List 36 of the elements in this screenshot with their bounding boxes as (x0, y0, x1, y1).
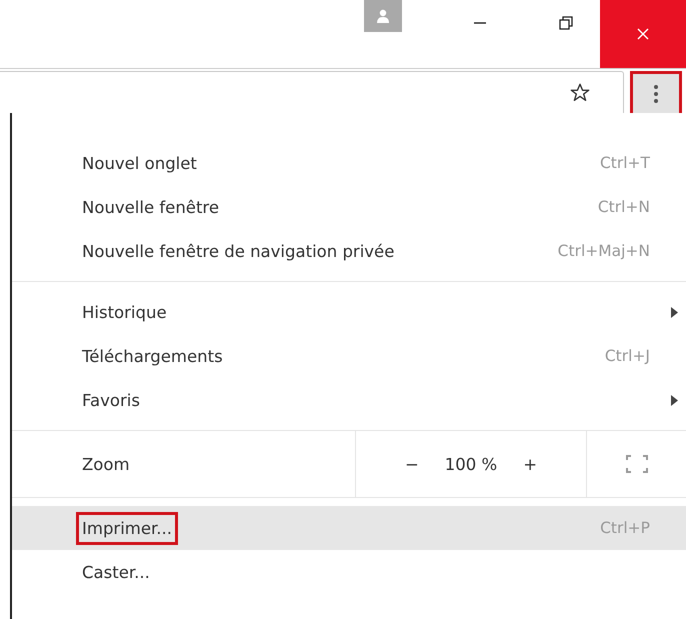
zoom-in-button[interactable]: + (515, 450, 546, 478)
minimize-icon (474, 22, 486, 24)
close-icon (635, 26, 651, 42)
menu-item-label: Zoom (81, 454, 131, 474)
menu-item-label: Caster... (82, 562, 151, 582)
submenu-arrow-icon (671, 394, 678, 406)
menu-item-label: Imprimer... (76, 512, 178, 544)
menu-button[interactable] (630, 71, 682, 113)
shortcut-text: Ctrl+J (604, 347, 650, 365)
menu-item[interactable]: Favoris (12, 378, 686, 422)
restore-icon (558, 15, 574, 31)
menu-item[interactable]: Nouvelle fenêtre Ctrl+N (12, 185, 686, 229)
shortcut-text: Ctrl+Maj+N (558, 242, 650, 260)
shortcut-text: Ctrl+T (600, 154, 650, 172)
menu-item-label: Téléchargements (82, 346, 224, 366)
menu-item-label: Historique (82, 302, 168, 322)
menu-item[interactable]: Nouvelle fenêtre de navigation privée Ctrl+Maj+N (12, 229, 686, 273)
menu-item[interactable]: Nouvel onglet Ctrl+T (12, 141, 686, 185)
zoom-level: 100 % (444, 454, 498, 474)
star-icon[interactable] (569, 82, 591, 104)
person-icon (376, 9, 390, 23)
submenu-arrow-icon (671, 306, 678, 318)
shortcut-text: Ctrl+P (600, 519, 650, 537)
menu-item-label: Nouvel onglet (82, 154, 198, 172)
fullscreen-icon[interactable] (626, 455, 648, 473)
menu-item[interactable]: Caster... (12, 550, 686, 594)
zoom-out-button[interactable]: − (396, 450, 427, 478)
menu-item-label: Nouvelle fenêtre de navigation privée (82, 242, 396, 260)
menu-item[interactable]: Historique (12, 290, 686, 334)
profile-button[interactable] (364, 0, 402, 32)
menu-item-label: Nouvelle fenêtre (82, 198, 220, 216)
menu-item-label: Favoris (82, 390, 141, 410)
three-dots-icon (653, 82, 659, 104)
menu-item[interactable]: Téléchargements Ctrl+J (12, 334, 686, 378)
shortcut-text: Ctrl+N (598, 198, 650, 216)
menu-item[interactable]: Imprimer... Ctrl+P (12, 506, 686, 550)
